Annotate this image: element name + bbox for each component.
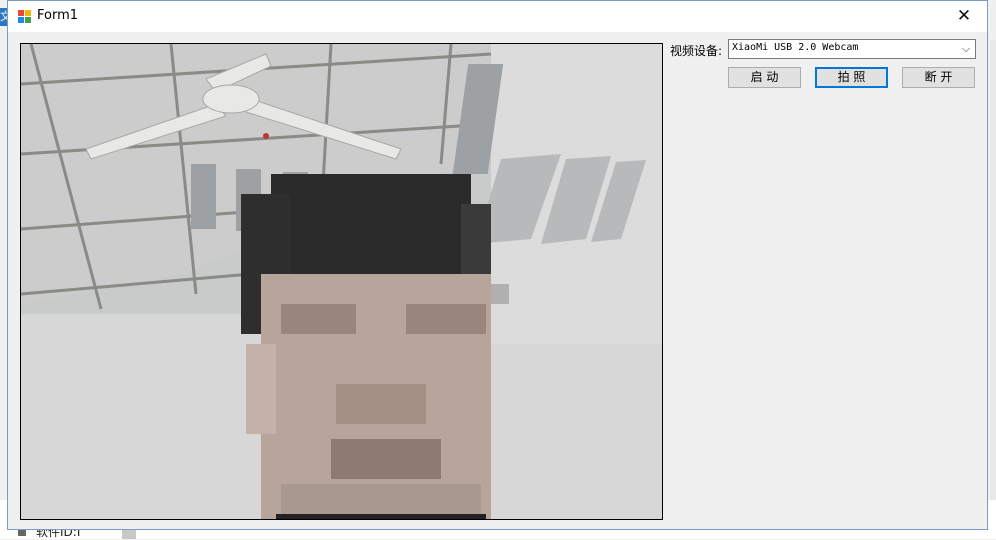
background-edge [990,40,996,500]
video-device-select[interactable]: XiaoMi USB 2.0 Webcam ⌵ [728,39,976,59]
camera-frame-image [21,44,662,519]
close-icon[interactable]: ✕ [941,1,987,32]
camera-preview [20,43,663,520]
start-button[interactable]: 启 动 [728,67,801,88]
capture-button[interactable]: 拍 照 [815,67,888,88]
video-device-label: 视频设备: [670,44,723,58]
disconnect-button[interactable]: 断 开 [902,67,975,88]
window-title: Form1 [37,8,79,23]
tree-marker-icon [18,529,26,536]
video-device-value: XiaoMi USB 2.0 Webcam [732,42,859,53]
form-window: Form1 ✕ 视频设备: XiaoMi USB 2.0 Webcam ⌵ 启 … [7,0,988,530]
chevron-down-icon[interactable]: ⌵ [957,40,975,58]
title-bar[interactable]: Form1 ✕ [8,1,987,32]
app-icon [18,10,31,23]
